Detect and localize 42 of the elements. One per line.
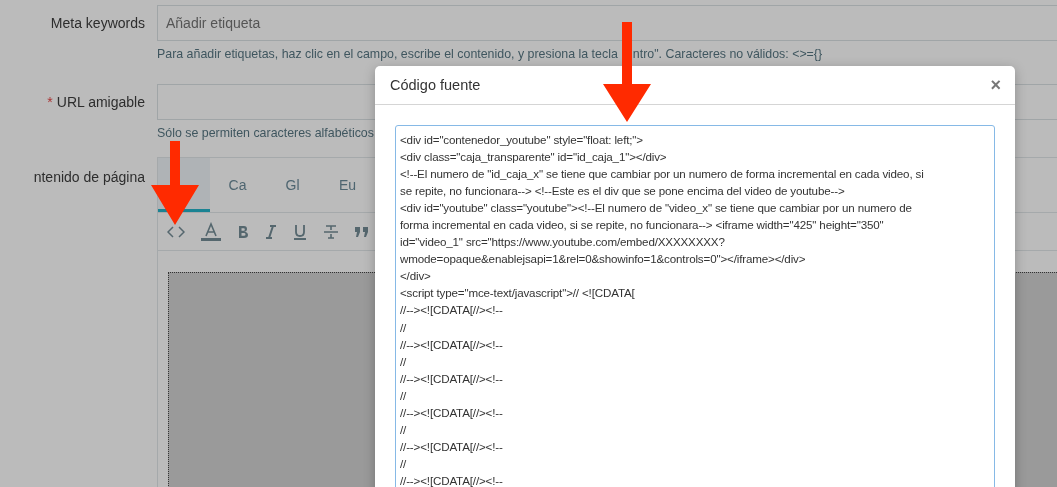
code-line: <!--El numero de "id_caja_x" se tiene que cambiar por un numero de forma incremental en cada video, si bbox=[400, 166, 925, 183]
field-label: ntenido de página bbox=[33, 169, 145, 185]
language-tab[interactable]: Gl bbox=[265, 158, 320, 212]
code-line: //--><![CDATA[//><!-- bbox=[400, 302, 504, 319]
required-mark: * bbox=[47, 94, 53, 110]
field-label: URL amigable bbox=[56, 94, 145, 110]
source-code-field[interactable] bbox=[395, 125, 995, 487]
close-button[interactable]: × bbox=[990, 76, 1001, 94]
code-line: id="video_1" src="https://www.youtube.com/embed/XXXXXXXX? bbox=[400, 234, 726, 251]
field-label: Meta keywords bbox=[50, 15, 145, 31]
underline-icon[interactable] bbox=[293, 223, 307, 240]
strikethrough-icon[interactable] bbox=[323, 224, 339, 239]
italic-icon[interactable] bbox=[265, 224, 277, 239]
field-hint: Sólo se permiten caracteres alfabéticos bbox=[157, 126, 374, 140]
text-color-icon[interactable] bbox=[201, 221, 221, 242]
quote-icon[interactable] bbox=[355, 226, 369, 237]
code-line: // bbox=[400, 387, 408, 404]
dialog-title: Código fuente bbox=[390, 77, 481, 93]
code-line: wmode=opaque&enablejsapi=1&rel=0&showinfo=1&controls=0"></iframe></div> bbox=[400, 251, 807, 268]
field-hint: Para añadir etiquetas, haz clic en el campo, escribe el contenido, y presiona la tecla bbox=[157, 47, 618, 61]
code-line: forma incremental en cada video, si se repite, no funcionara--> <iframe width="425" height="350" bbox=[400, 217, 885, 234]
code-line: //--><![CDATA[//><!-- bbox=[400, 336, 504, 353]
code-line: <div id="youtube" class="youtube"><!--El numero de "video_x" se tiene que cambiar por un numero de bbox=[400, 200, 913, 217]
input-field[interactable]: Añadir etiqueta bbox=[157, 5, 1057, 41]
code-line: <div class="caja_transparente" id="id_caja_1"></div> bbox=[400, 149, 668, 166]
code-line: //--><![CDATA[//><!-- bbox=[400, 370, 504, 387]
code-line: // bbox=[400, 421, 408, 438]
code-line: </div> bbox=[400, 268, 432, 285]
code-line: //--><![CDATA[//><!-- bbox=[400, 404, 504, 421]
code-line: se repite, no funcionara--> <!--Este es el div que se pone encima del video de youtube--> bbox=[400, 183, 846, 200]
code-line: // bbox=[400, 319, 408, 336]
language-tab[interactable]: Eu bbox=[320, 158, 375, 212]
source-code-icon[interactable] bbox=[167, 224, 185, 239]
code-line: // bbox=[400, 455, 408, 472]
language-tab[interactable]: Ca bbox=[210, 158, 265, 212]
code-line: <script type="mce-text/javascript">// <![CDATA[ bbox=[400, 285, 636, 302]
code-line: //--><![CDATA[//><!-- bbox=[400, 438, 504, 455]
bold-icon[interactable] bbox=[237, 224, 249, 239]
code-line: <div id="contenedor_youtube" style="float: left;"> bbox=[400, 132, 644, 148]
code-line: //--><![CDATA[//><!-- bbox=[400, 472, 504, 487]
code-line: // bbox=[400, 353, 408, 370]
field-hint: ntro". Caracteres no válidos: <>={} bbox=[632, 47, 823, 61]
